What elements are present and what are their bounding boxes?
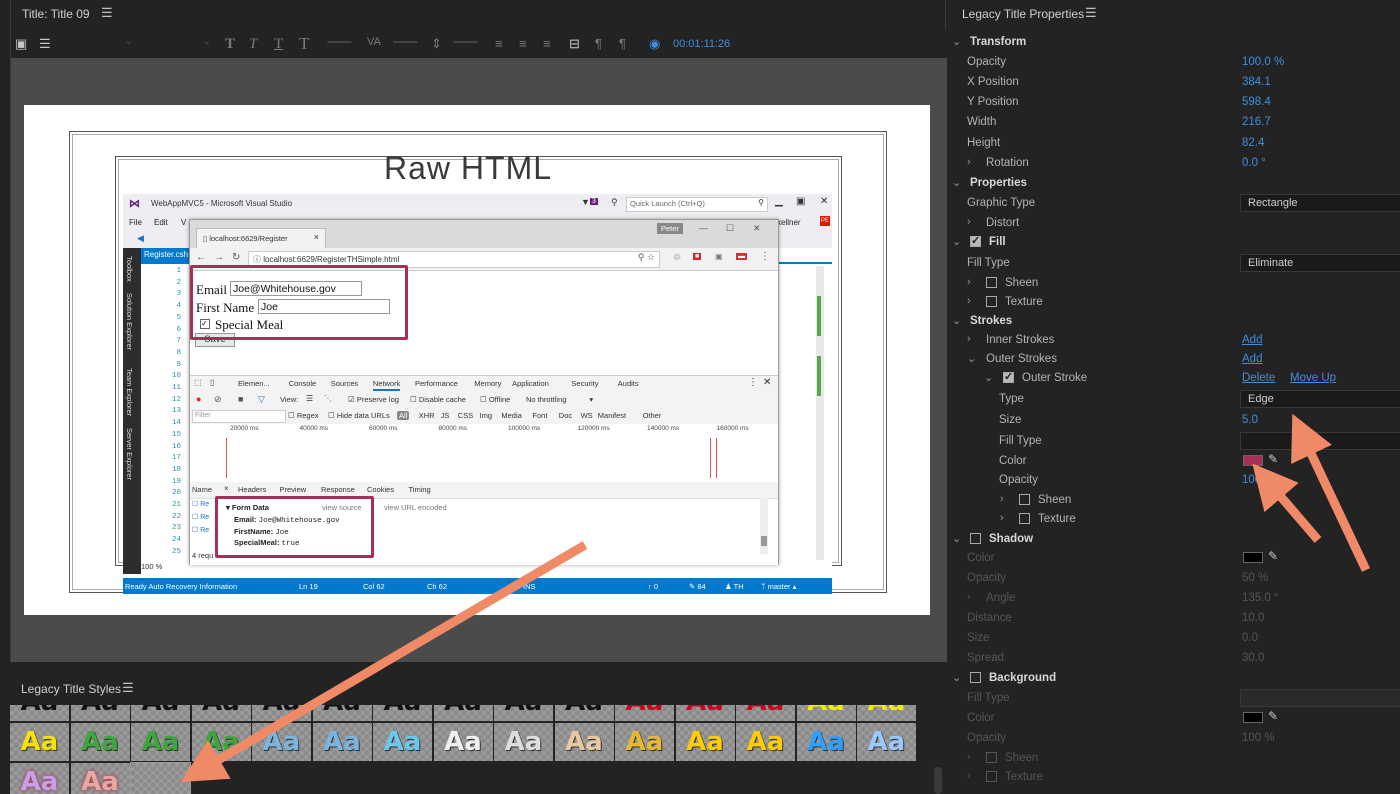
arrow-to-styles <box>180 541 588 783</box>
annotation-arrows <box>180 413 1371 783</box>
arrow-to-size <box>1291 413 1371 572</box>
arrow-to-color <box>1252 463 1322 543</box>
